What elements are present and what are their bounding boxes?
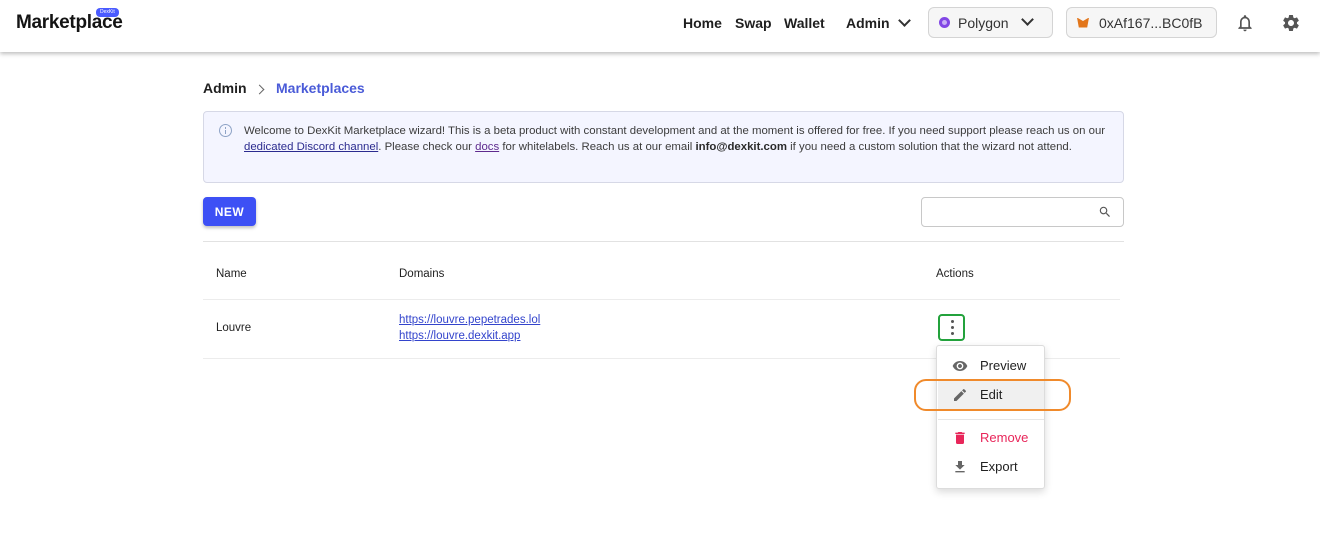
more-vert-icon bbox=[950, 332, 954, 335]
alert-text-part: Welcome to DexKit Marketplace wizard! Th… bbox=[244, 125, 1106, 137]
gear-icon[interactable] bbox=[1281, 13, 1301, 33]
app-bar: Marketplace DexKit Home Swap Wallet Admi… bbox=[0, 0, 1320, 52]
alert-text-part: if you need a custom solution that the w… bbox=[786, 141, 1072, 153]
menu-item-label: Export bbox=[980, 459, 1018, 474]
search-field[interactable] bbox=[921, 197, 1124, 227]
network-label: Polygon bbox=[958, 14, 1009, 31]
domain-link[interactable]: https://louvre.pepetrades.lol bbox=[399, 314, 540, 326]
menu-item-label: Edit bbox=[980, 387, 1003, 402]
more-vert-icon bbox=[950, 320, 954, 323]
breadcrumb-admin[interactable]: Admin bbox=[203, 80, 247, 96]
info-alert: Welcome to DexKit Marketplace wizard! Th… bbox=[203, 111, 1124, 183]
domain-link[interactable]: https://louvre.dexkit.app bbox=[399, 330, 520, 342]
menu-divider bbox=[938, 419, 1044, 420]
menu-item-label: Preview bbox=[980, 358, 1027, 373]
table-cell-name: Louvre bbox=[216, 322, 252, 334]
alert-text-part: for whitelabels. Reach us at our email bbox=[499, 141, 696, 153]
eye-icon bbox=[952, 361, 968, 371]
chevron-down-icon bbox=[1020, 13, 1034, 26]
menu-item-preview[interactable]: Preview bbox=[938, 352, 1044, 380]
support-email: info@dexkit.com bbox=[695, 141, 787, 153]
menu-item-label: Remove bbox=[980, 430, 1029, 445]
trash-icon bbox=[955, 432, 965, 444]
column-header-domains: Domains bbox=[399, 268, 445, 280]
network-selector[interactable]: Polygon bbox=[928, 7, 1053, 38]
discord-link[interactable]: dedicated Discord channel bbox=[244, 141, 378, 153]
actions-menu: Preview Edit Remove Export bbox=[936, 345, 1045, 489]
breadcrumb-marketplaces[interactable]: Marketplaces bbox=[276, 80, 365, 96]
docs-link[interactable]: docs bbox=[475, 141, 499, 153]
column-header-actions: Actions bbox=[936, 268, 974, 280]
table-header-divider bbox=[203, 299, 1120, 300]
bell-icon[interactable] bbox=[1235, 13, 1255, 33]
pencil-icon bbox=[954, 388, 967, 401]
alert-text: Welcome to DexKit Marketplace wizard! Th… bbox=[244, 123, 1112, 155]
info-icon bbox=[219, 124, 232, 137]
chevron-right-icon bbox=[254, 84, 265, 95]
menu-item-export[interactable]: Export bbox=[938, 453, 1044, 481]
nav-swap[interactable]: Swap bbox=[735, 15, 772, 31]
admin-menu-button[interactable]: Admin bbox=[846, 14, 911, 31]
chevron-down-icon bbox=[897, 14, 911, 27]
search-input[interactable] bbox=[928, 202, 1092, 224]
more-actions-button[interactable] bbox=[938, 314, 965, 341]
metamask-icon bbox=[1077, 17, 1089, 28]
column-header-name: Name bbox=[216, 268, 247, 280]
nav-home[interactable]: Home bbox=[683, 15, 722, 31]
download-icon bbox=[955, 461, 965, 473]
nav-wallet[interactable]: Wallet bbox=[784, 15, 825, 31]
wallet-button[interactable]: 0xAf167...BC0fB bbox=[1066, 7, 1217, 38]
menu-item-remove[interactable]: Remove bbox=[938, 424, 1044, 452]
polygon-icon bbox=[939, 17, 950, 28]
new-marketplace-button[interactable]: NEW bbox=[203, 197, 256, 226]
more-vert-icon bbox=[950, 326, 954, 329]
admin-menu-label: Admin bbox=[846, 15, 890, 31]
menu-item-edit[interactable]: Edit bbox=[938, 381, 1044, 409]
wallet-address: 0xAf167...BC0fB bbox=[1099, 14, 1203, 31]
alert-text-part: . Please check our bbox=[378, 141, 476, 153]
section-divider bbox=[203, 241, 1124, 242]
logo-badge: DexKit bbox=[96, 8, 119, 17]
search-icon[interactable] bbox=[1098, 205, 1112, 219]
